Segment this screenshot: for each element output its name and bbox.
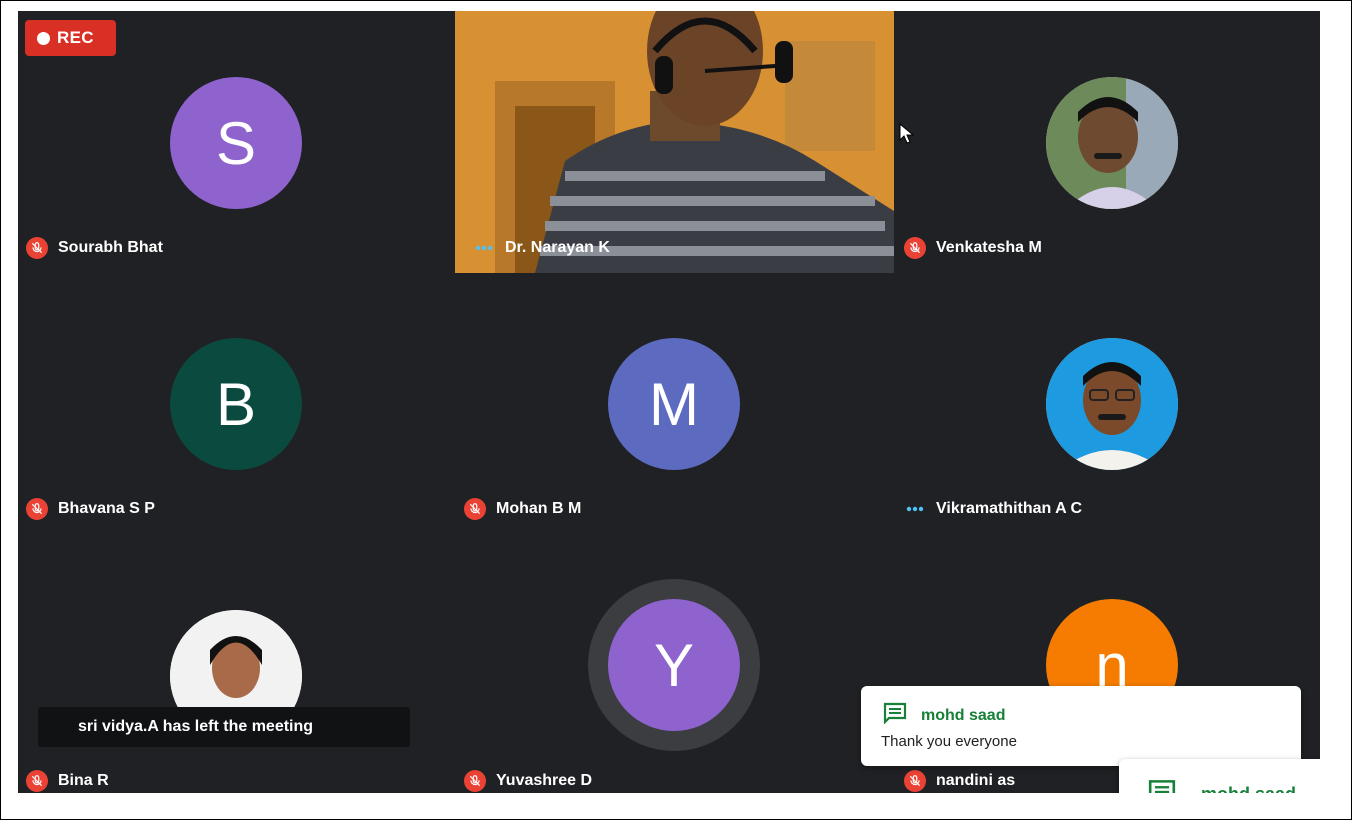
avatar-bhavana: B [170,338,302,470]
nameplate-mohan: Mohan B M [464,498,581,520]
chat-sender: mohd saad [921,706,1006,724]
participant-tile-sourabh[interactable]: S Sourabh Bhat [18,11,455,273]
avatar-photo-venkatesha [1046,77,1178,209]
avatar-photo-vikramathithan [1046,338,1178,470]
mouse-cursor-icon [899,122,915,150]
chat-message-icon [883,702,907,729]
nameplate-nandini: nandini as [904,770,1015,792]
mic-off-icon [904,237,926,259]
participant-name: nandini as [936,772,1016,789]
chat-message-icon [1147,779,1177,793]
chat-sender-partial: mohd saad [1201,784,1296,793]
participant-name: Dr. Narayan K [505,239,610,256]
chat-notification-partial[interactable]: mohd saad [1119,759,1320,793]
participant-name: Mohan B M [496,500,582,517]
participant-name: Bina R [58,772,109,789]
participant-name: Sourabh Bhat [58,239,163,256]
participant-video-narayan[interactable]: Dr. Narayan K [455,11,894,273]
nameplate-vikramathithan: Vikramathithan A C [904,498,1082,520]
participant-name: Bhavana S P [58,500,155,517]
chat-header: mohd saad [883,702,1005,729]
mic-off-icon [26,498,48,520]
chat-header-partial: mohd saad [1147,779,1296,793]
participant-tile-yuvashree[interactable]: Y Yuvashree D [455,533,894,793]
avatar-yuvashree: Y [608,599,740,731]
participant-name: Venkatesha M [936,239,1042,256]
notification-text: sri vidya.A has left the meeting [78,718,314,735]
nameplate-bina: Bina R [26,770,109,792]
nameplate-sourabh: Sourabh Bhat [26,237,163,259]
participant-tile-vikramathithan[interactable]: Vikramathithan A C [894,273,1320,533]
nameplate-narayan: Dr. Narayan K [473,237,610,259]
mic-off-icon [464,498,486,520]
nameplate-yuvashree: Yuvashree D [464,770,592,792]
screenshot-frame: REC S Sourabh Bhat Dr. Narayan K Venkate… [0,0,1352,820]
mic-off-icon [26,237,48,259]
chat-message: Thank you everyone [881,733,1017,750]
mic-off-icon [26,770,48,792]
chat-notification[interactable]: mohd saad Thank you everyone [861,686,1301,766]
nameplate-venkatesha: Venkatesha M [904,237,1042,259]
talking-dots-icon [473,237,495,259]
avatar-mohan: M [608,338,740,470]
participant-name: Vikramathithan A C [936,500,1083,517]
participant-tile-venkatesha[interactable]: Venkatesha M [894,11,1320,273]
participant-tile-bhavana[interactable]: B Bhavana S P [18,273,455,533]
nameplate-bhavana: Bhavana S P [26,498,155,520]
participant-tile-mohan[interactable]: M Mohan B M [455,273,894,533]
avatar-sourabh: S [170,77,302,209]
mic-off-icon [904,770,926,792]
talking-dots-icon [904,498,926,520]
participant-tile-bina[interactable]: Bina R [18,533,455,793]
mic-off-icon [464,770,486,792]
participant-name: Yuvashree D [496,772,593,789]
meeting-notification: sri vidya.A has left the meeting [38,707,410,747]
video-frame-illustration [455,11,894,273]
meeting-grid: REC S Sourabh Bhat Dr. Narayan K Venkate… [18,11,1320,793]
